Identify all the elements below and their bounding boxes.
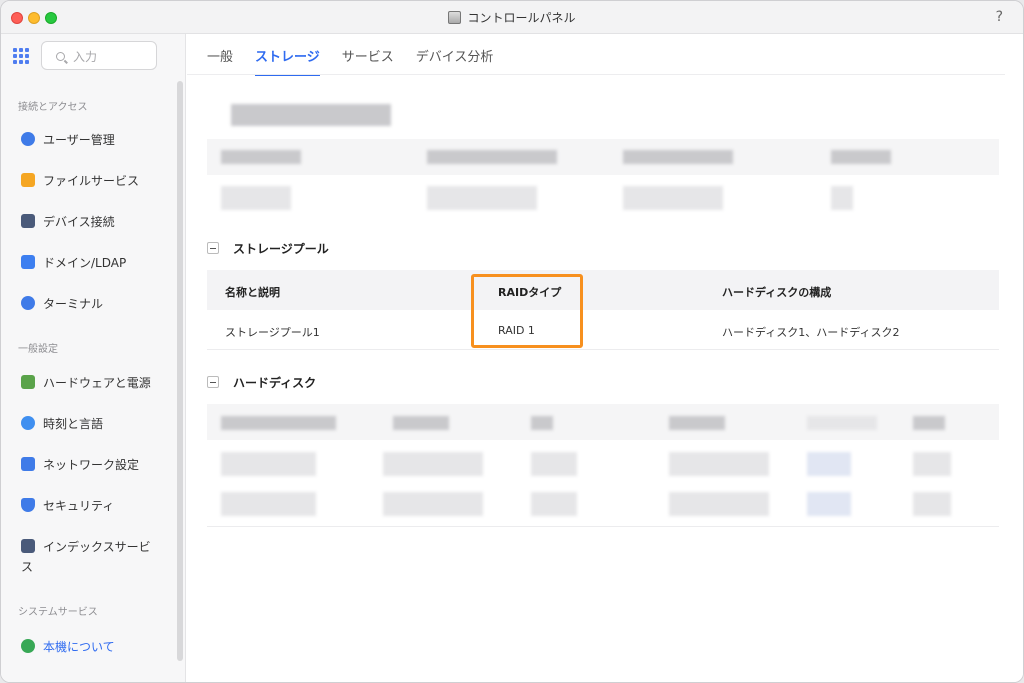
title-bar: コントロールパネル ? (1, 1, 1023, 34)
redacted-block (383, 492, 483, 516)
table-row[interactable]: ストレージプール1 RAID 1 ハードディスク1、ハードディスク2 (207, 310, 999, 350)
battery-icon (21, 375, 35, 389)
redacted-block (383, 452, 483, 476)
sidebar: 入力 接続とアクセス ユーザー管理 ファイルサービス デバイス接続 ドメイン/L… (1, 34, 186, 682)
redacted-heading (231, 104, 391, 126)
redacted-block (531, 452, 577, 476)
column-name-description: 名称と説明 (225, 286, 280, 299)
search-icon (56, 52, 65, 61)
pool-name: ストレージプール1 (225, 326, 320, 339)
user-icon (21, 132, 35, 146)
redacted-block (831, 186, 853, 210)
redacted-block (669, 452, 769, 476)
sidebar-item-label: ネットワーク設定 (43, 458, 140, 472)
sidebar-item-label: デバイス接続 (43, 215, 115, 229)
domain-icon (21, 255, 35, 269)
sidebar-item-security[interactable]: セキュリティ (21, 497, 171, 515)
raid-type-highlight-box (471, 274, 583, 348)
redacted-block (531, 492, 577, 516)
globe-icon (21, 416, 35, 430)
window-title-text: コントロールパネル (467, 11, 576, 25)
redacted-block (913, 452, 951, 476)
sidebar-item-time-language[interactable]: 時刻と言語 (21, 415, 171, 433)
sidebar-item-label: セキュリティ (43, 499, 115, 513)
section-connection-access: 接続とアクセス (18, 102, 88, 113)
tab-bar: 一般 ストレージ サービス デバイス分析 (207, 46, 493, 76)
sidebar-item-label: ドメイン/LDAP (43, 256, 127, 270)
pool-disk-configuration: ハードディスク1、ハードディスク2 (722, 326, 900, 339)
redacted-block (807, 416, 877, 430)
section-general-settings: 一般設定 (18, 344, 58, 355)
index-icon (21, 539, 35, 553)
shield-icon (21, 498, 35, 512)
sidebar-item-terminal[interactable]: ターミナル (21, 295, 171, 313)
terminal-icon (21, 296, 35, 310)
redacted-block (221, 186, 291, 210)
redacted-block (623, 150, 733, 164)
hard-disk-title-text: ハードディスク (233, 376, 317, 390)
redacted-block (807, 492, 851, 516)
sidebar-item-label: ハードウェアと電源 (43, 376, 151, 390)
apps-grid-icon[interactable] (13, 48, 29, 64)
column-disk-configuration: ハードディスクの構成 (722, 286, 832, 299)
redacted-block (913, 416, 945, 430)
sidebar-item-index-service[interactable]: インデックスサービス (21, 537, 161, 577)
storage-pool-title-text: ストレージプール (233, 242, 329, 256)
tab-storage[interactable]: ストレージ (255, 46, 320, 76)
tab-device-analysis[interactable]: デバイス分析 (416, 46, 494, 76)
tab-divider (187, 74, 1005, 75)
redacted-block (221, 452, 316, 476)
storage-pool-section-title[interactable]: ストレージプール (207, 240, 329, 257)
redacted-block (427, 150, 557, 164)
sidebar-item-file-service[interactable]: ファイルサービス (21, 172, 171, 190)
control-panel-window: コントロールパネル ? 入力 接続とアクセス ユーザー管理 ファイルサービス デ… (0, 0, 1024, 683)
sidebar-item-hardware-power[interactable]: ハードウェアと電源 (21, 374, 171, 392)
redacted-block (913, 492, 951, 516)
sidebar-item-network-settings[interactable]: ネットワーク設定 (21, 456, 171, 474)
redacted-block (427, 186, 537, 210)
redacted-block (623, 186, 723, 210)
sidebar-item-user-management[interactable]: ユーザー管理 (21, 131, 171, 149)
window-title: コントロールパネル (1, 9, 1023, 26)
collapse-icon[interactable] (207, 376, 219, 388)
sidebar-item-label: 本機について (43, 640, 115, 654)
tab-service[interactable]: サービス (342, 46, 394, 76)
main-content: 一般 ストレージ サービス デバイス分析 ストレージプール 名称と説明 RAID… (187, 34, 1023, 682)
search-placeholder: 入力 (73, 50, 98, 64)
hard-disk-section-title[interactable]: ハードディスク (207, 374, 316, 391)
sidebar-item-label: ユーザー管理 (43, 133, 115, 147)
network-icon (21, 457, 35, 471)
redacted-block (221, 492, 316, 516)
folder-icon (21, 173, 35, 187)
redacted-block (531, 416, 553, 430)
section-system-service: システムサービス (18, 607, 98, 618)
storage-pool-table-header: 名称と説明 RAIDタイプ ハードディスクの構成 (207, 270, 999, 310)
control-panel-icon (448, 11, 462, 24)
sidebar-item-domain-ldap[interactable]: ドメイン/LDAP (21, 254, 171, 272)
sidebar-item-label: ターミナル (43, 297, 104, 311)
redacted-block (831, 150, 891, 164)
redacted-block (669, 492, 769, 516)
search-input[interactable]: 入力 (41, 41, 157, 70)
help-button[interactable]: ? (996, 9, 1003, 25)
redacted-block (393, 416, 449, 430)
device-icon (21, 214, 35, 228)
table-divider (207, 526, 999, 527)
redacted-block (669, 416, 725, 430)
tab-general[interactable]: 一般 (207, 46, 233, 76)
redacted-block (807, 452, 851, 476)
sidebar-item-label: 時刻と言語 (43, 417, 104, 431)
sidebar-item-label: ファイルサービス (43, 174, 140, 188)
sidebar-item-device-connection[interactable]: デバイス接続 (21, 213, 171, 231)
sidebar-item-about[interactable]: 本機について (21, 638, 171, 656)
sidebar-scrollbar[interactable] (177, 81, 183, 661)
redacted-block (221, 150, 301, 164)
collapse-icon[interactable] (207, 242, 219, 254)
info-icon (21, 639, 35, 653)
sidebar-item-label: インデックスサービス (21, 540, 151, 574)
redacted-block (221, 416, 336, 430)
